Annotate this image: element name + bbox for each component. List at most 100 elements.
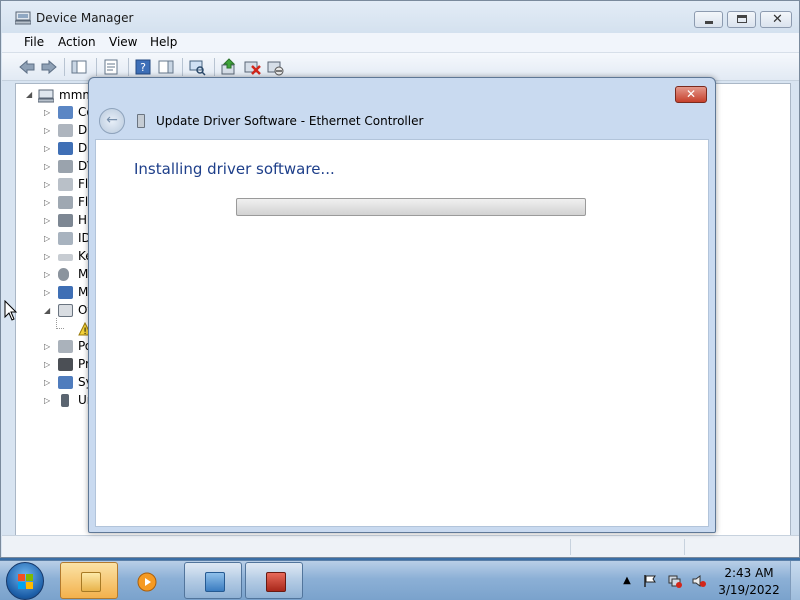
network-error-icon[interactable] <box>668 574 682 588</box>
menu-action[interactable]: Action <box>58 35 96 49</box>
menu-help[interactable]: Help <box>150 35 177 49</box>
expand-arrow-icon[interactable]: ▷ <box>44 360 50 369</box>
collapse-arrow-icon[interactable]: ◢ <box>44 306 50 315</box>
minimize-button[interactable] <box>694 11 723 28</box>
title-bar[interactable]: Device Manager ✕ <box>1 1 799 33</box>
expand-arrow-icon[interactable]: ▷ <box>44 378 50 387</box>
system-device-icon <box>58 376 73 389</box>
toolbar-separator <box>64 58 65 76</box>
maximize-icon <box>737 15 747 23</box>
tree-connector <box>56 318 64 329</box>
status-divider <box>570 539 571 555</box>
floppy-controller-icon <box>58 196 73 209</box>
show-hide-tree-icon[interactable] <box>70 58 88 76</box>
minimize-icon <box>705 21 713 24</box>
close-icon: ✕ <box>772 12 783 27</box>
menu-view[interactable]: View <box>109 35 137 49</box>
display-adapter-icon <box>58 142 73 155</box>
maximize-button[interactable] <box>727 11 756 28</box>
device-manager-icon <box>15 11 31 25</box>
processor-icon <box>58 358 73 371</box>
expand-arrow-icon[interactable]: ▷ <box>44 180 50 189</box>
expand-arrow-icon[interactable]: ▷ <box>44 270 50 279</box>
menu-file[interactable]: File <box>24 35 44 49</box>
back-arrow-icon: ← <box>106 112 118 128</box>
hid-icon <box>58 214 73 227</box>
expand-arrow-icon[interactable]: ▷ <box>44 216 50 225</box>
action-pane-icon[interactable] <box>157 58 175 76</box>
show-desktop-button[interactable] <box>790 561 800 600</box>
taskbar-control-panel-button[interactable] <box>184 562 242 599</box>
dialog-title: Update Driver Software - Ethernet Contro… <box>156 114 424 128</box>
toolbox-icon <box>266 572 286 592</box>
disk-drive-icon <box>58 124 73 137</box>
volume-muted-icon[interactable] <box>692 574 706 588</box>
clock-date[interactable]: 3/19/2022 <box>712 583 786 597</box>
start-button[interactable] <box>6 562 44 600</box>
other-devices-icon <box>58 304 73 317</box>
close-icon: ✕ <box>685 87 697 101</box>
mouse-icon <box>58 268 69 281</box>
show-hidden-icons-icon[interactable]: ▲ <box>620 574 634 588</box>
toolbar-separator <box>182 58 183 76</box>
expand-arrow-icon[interactable]: ▷ <box>44 126 50 135</box>
toolbar-separator <box>128 58 129 76</box>
close-button[interactable]: ✕ <box>760 11 792 28</box>
expand-arrow-icon[interactable]: ▷ <box>44 288 50 297</box>
taskbar: ▲ 2:43 AM 3/19/2022 <box>0 560 800 600</box>
dialog-heading: Installing driver software... <box>134 160 335 178</box>
update-driver-dialog: ✕ ← Update Driver Software - Ethernet Co… <box>88 77 716 533</box>
svg-text:!: ! <box>83 327 87 336</box>
menu-bar: File Action View Help <box>2 33 799 53</box>
dvd-drive-icon <box>58 160 73 173</box>
keyboard-icon <box>58 254 73 261</box>
floppy-drive-icon <box>58 178 73 191</box>
back-button[interactable]: ← <box>99 108 125 134</box>
progress-bar <box>236 198 586 216</box>
network-device-icon <box>137 114 145 128</box>
ide-controller-icon <box>58 232 73 245</box>
action-center-flag-icon[interactable] <box>643 574 657 588</box>
taskbar-explorer-button[interactable] <box>60 562 118 599</box>
expand-arrow-icon[interactable]: ▷ <box>44 252 50 261</box>
expand-arrow-icon[interactable]: ▷ <box>44 396 50 405</box>
svg-text:?: ? <box>140 61 146 74</box>
clock-time[interactable]: 2:43 AM <box>712 566 786 580</box>
dialog-content: Installing driver software... <box>95 139 709 527</box>
window-title: Device Manager <box>36 11 134 25</box>
usb-icon <box>61 394 69 407</box>
forward-arrow-icon[interactable] <box>40 58 58 76</box>
status-bar <box>2 535 799 557</box>
control-panel-icon <box>205 572 225 592</box>
tree-item-label: Fl <box>78 195 89 209</box>
disable-device-icon[interactable] <box>266 58 284 76</box>
taskbar-media-player-button[interactable] <box>122 562 178 599</box>
properties-icon[interactable] <box>102 58 120 76</box>
monitor-icon <box>58 106 73 119</box>
help-icon[interactable]: ? <box>134 58 152 76</box>
tree-item-label: Fl <box>78 177 89 191</box>
dialog-close-button[interactable]: ✕ <box>675 86 707 103</box>
collapse-arrow-icon[interactable]: ◢ <box>26 90 32 99</box>
media-player-icon <box>137 572 157 592</box>
back-arrow-icon[interactable] <box>18 58 36 76</box>
computer-icon <box>38 89 54 103</box>
expand-arrow-icon[interactable]: ▷ <box>44 162 50 171</box>
toolbar-separator <box>214 58 215 76</box>
monitor-icon <box>58 286 73 299</box>
port-icon <box>58 340 73 353</box>
taskbar-device-manager-button[interactable] <box>245 562 303 599</box>
status-divider <box>684 539 685 555</box>
toolbar-separator <box>96 58 97 76</box>
folder-icon <box>81 572 101 592</box>
expand-arrow-icon[interactable]: ▷ <box>44 108 50 117</box>
expand-arrow-icon[interactable]: ▷ <box>44 144 50 153</box>
update-driver-icon[interactable] <box>220 58 238 76</box>
expand-arrow-icon[interactable]: ▷ <box>44 342 50 351</box>
expand-arrow-icon[interactable]: ▷ <box>44 234 50 243</box>
scan-hardware-icon[interactable] <box>188 58 206 76</box>
uninstall-device-icon[interactable] <box>243 58 261 76</box>
expand-arrow-icon[interactable]: ▷ <box>44 198 50 207</box>
windows-logo-icon <box>18 574 34 590</box>
mouse-cursor-icon <box>4 300 18 321</box>
